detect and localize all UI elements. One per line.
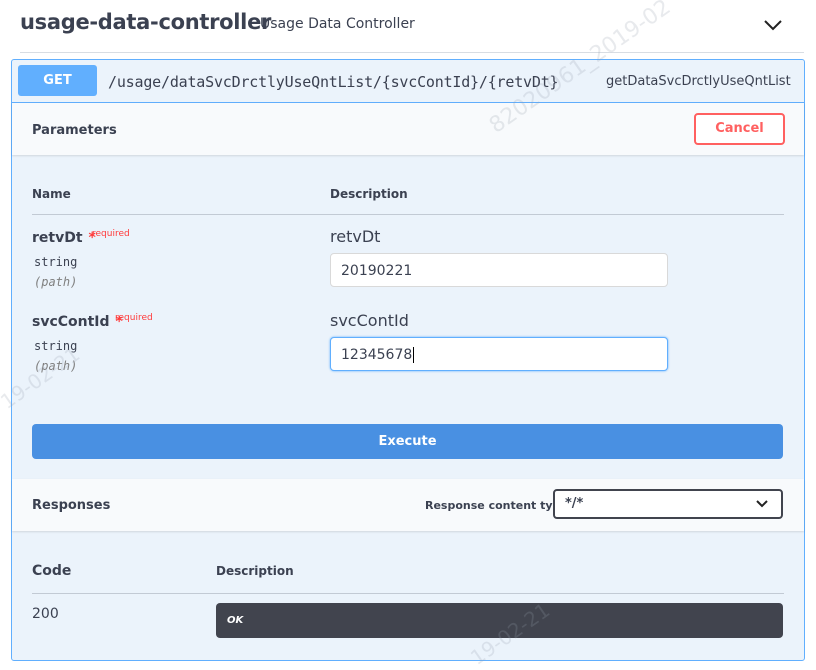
select-value: */* [565,496,584,511]
operation-summary-text: getDataSvcDrctlyUseQntList [606,74,791,89]
param-description: retvDt [330,227,381,246]
response-content-type-label: Response content type [425,499,568,512]
chevron-down-icon [756,500,768,508]
param-location: (path) [34,359,78,373]
response-description-text: OK [227,615,244,626]
param-location: (path) [34,275,78,289]
divider [32,214,784,215]
response-code: 200 [32,606,59,622]
operation-summary[interactable]: GET /usage/dataSvcDrctlyUseQntList/{svcC… [12,60,804,103]
section-description: Usage Data Controller [260,16,415,32]
column-header-description: Description [330,187,408,201]
param-name-svccontid: svcContId * [32,314,123,330]
chevron-down-icon[interactable] [760,14,786,36]
required-label: required [115,313,153,323]
param-type: string [34,339,78,353]
column-header-code: Code [32,563,72,579]
section-title: usage-data-controller [20,10,272,34]
param-type: string [34,255,78,269]
execute-button[interactable]: Execute [32,424,783,459]
operation-path: /usage/dataSvcDrctlyUseQntList/{svcContI… [108,73,559,91]
parameters-title: Parameters [32,123,117,138]
responses-title: Responses [32,498,111,513]
column-header-description: Description [216,564,294,578]
section-header[interactable]: usage-data-controller Usage Data Control… [20,0,804,53]
retvdt-input[interactable]: 20190221 [330,253,668,287]
operation-block-get: GET /usage/dataSvcDrctlyUseQntList/{svcC… [11,59,805,661]
response-content-type-select[interactable]: */* [553,489,783,519]
responses-header: Responses Response content type */* [12,479,804,531]
parameters-header: Parameters Cancel [12,103,804,155]
svccontid-input[interactable]: 12345678 [330,337,668,371]
method-badge: GET [18,65,97,96]
response-description: OK [216,603,783,638]
column-header-name: Name [32,187,71,201]
text-caret [413,347,415,363]
param-name-retvdt: retvDt * [32,230,96,246]
required-label: required [92,229,130,239]
param-description: svcContId [330,311,409,330]
divider [32,593,784,594]
cancel-button[interactable]: Cancel [694,113,785,145]
